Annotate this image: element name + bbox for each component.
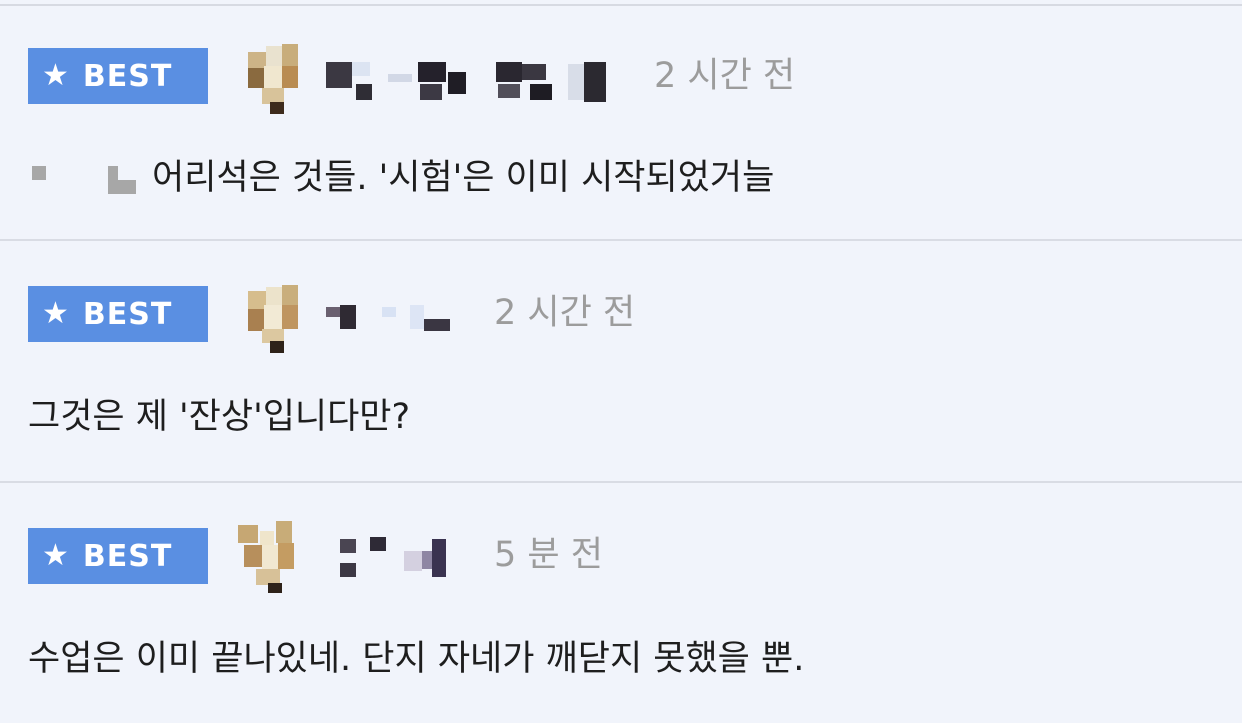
avatar[interactable]	[238, 521, 298, 593]
quote-marker	[28, 150, 148, 206]
best-badge-label: BEST	[82, 296, 173, 332]
comment-item: ★ BEST 2 시간 전 그것은 제 '잔상'입니다만?	[0, 241, 1242, 481]
best-badge-label: BEST	[82, 538, 173, 574]
star-icon: ★	[42, 296, 69, 331]
comment-timestamp: 5 분 전	[494, 535, 603, 575]
comment-text: 그것은 제 '잔상'입니다만?	[28, 397, 411, 437]
comment-text: 수업은 이미 끝나있네. 단지 자네가 깨닫지 못했을 뿐.	[28, 639, 805, 679]
comment-timestamp: 2 시간 전	[654, 56, 796, 96]
username[interactable]	[326, 54, 606, 110]
best-badge: ★ BEST	[28, 48, 208, 104]
comment-list: ★ BEST 2 시간 전 어리석은 것들. '시험'은 이미 시작되었거늘 ★…	[0, 0, 1242, 711]
comment-timestamp: 2 시간 전	[494, 293, 636, 333]
best-badge: ★ BEST	[28, 528, 208, 584]
best-badge: ★ BEST	[28, 286, 208, 342]
comment-text: 어리석은 것들. '시험'은 이미 시작되었거늘	[152, 158, 775, 198]
username[interactable]	[340, 533, 450, 589]
comment-item: ★ BEST 2 시간 전 어리석은 것들. '시험'은 이미 시작되었거늘	[0, 6, 1242, 246]
comment-item: ★ BEST 5 분 전 수업은 이미 끝나있네. 단지 자네가 깨닫지 못했을…	[0, 483, 1242, 723]
best-badge-label: BEST	[82, 58, 173, 94]
star-icon: ★	[42, 538, 69, 573]
avatar[interactable]	[246, 44, 306, 116]
username[interactable]	[326, 287, 456, 343]
avatar[interactable]	[246, 285, 306, 357]
star-icon: ★	[42, 58, 69, 93]
